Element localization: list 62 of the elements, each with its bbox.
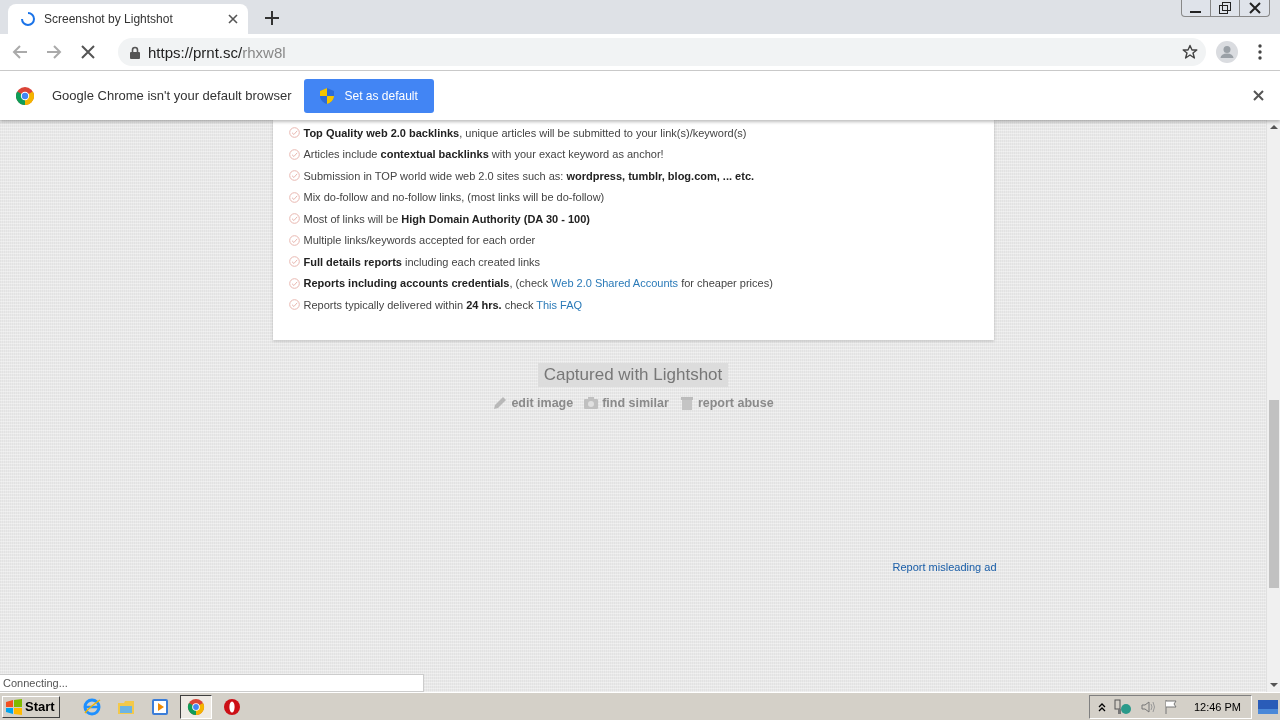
scrollbar[interactable] [1266, 120, 1280, 692]
action-link[interactable]: edit image [492, 394, 574, 411]
check-circle-icon [288, 127, 300, 139]
url-path: rhxw8l [242, 43, 286, 61]
report-ad-link[interactable]: Report misleading ad [892, 560, 997, 573]
loading-spinner-icon [20, 11, 36, 27]
windows-logo-icon [5, 698, 23, 715]
feature-text: Top Quality web 2.0 backlinks, unique articles will be submitted to your link(s)/keyword(s) [303, 126, 747, 139]
close-infobar-button[interactable] [1253, 90, 1264, 101]
check-circle-icon [288, 299, 300, 311]
check-circle-icon [288, 191, 300, 203]
taskbar-app-button[interactable] [179, 694, 212, 719]
browser-e-icon [82, 697, 101, 716]
pencil-icon [492, 394, 509, 411]
check-circle-icon [288, 234, 300, 246]
lock-icon [130, 45, 140, 59]
show-hidden-icons-icon[interactable] [1097, 701, 1106, 712]
feature-text: Articles include contextual backlinks with your exact keyword as anchor! [303, 148, 664, 161]
scrollbar-thumb[interactable] [1268, 400, 1279, 588]
check-circle-icon [288, 277, 300, 289]
media-player-icon [150, 697, 169, 716]
bookmark-star-button[interactable] [1182, 44, 1198, 60]
browser-tab[interactable]: Screenshot by Lightshot [8, 4, 248, 34]
action-link[interactable]: find similar [583, 394, 669, 411]
camera-icon [583, 394, 600, 411]
close-icon[interactable] [1248, 2, 1261, 14]
opera-icon [222, 697, 241, 716]
check-circle-icon [288, 148, 300, 160]
network-icon[interactable] [1113, 698, 1132, 715]
flag-icon[interactable] [1163, 698, 1178, 715]
status-bubble: Connecting... [0, 674, 424, 692]
url-host: https://prnt.sc/ [148, 43, 243, 61]
clock: 12:46 PM [1193, 700, 1241, 713]
text-link[interactable]: Web 2.0 Shared Accounts [551, 277, 679, 290]
set-as-default-button[interactable]: Set as default [304, 78, 434, 113]
show-desktop-icon[interactable] [1258, 698, 1278, 715]
feature-text: Full details reports including each created links [303, 255, 541, 268]
feature-text: Multiple links/keywords accepted for each order [303, 234, 536, 247]
action-link[interactable]: report abuse [678, 394, 774, 411]
trash-icon [678, 394, 695, 411]
start-button[interactable]: Start [2, 695, 60, 718]
captured-with-caption: Captured with Lightshot [537, 362, 729, 387]
infobar-message: Google Chrome isn't your default browser [52, 88, 292, 103]
feature-text: Reports typically delivered within 24 hrs. check This FAQ [303, 298, 583, 311]
menu-icon[interactable] [1258, 44, 1262, 60]
check-circle-icon [288, 213, 300, 225]
address-bar[interactable]: https://prnt.sc/rhxw8l [118, 38, 1206, 66]
feature-text: Submission in TOP world wide web 2.0 sites such as: wordpress, tumblr, blog.com, ... etc. [303, 169, 755, 182]
check-circle-icon [288, 256, 300, 268]
stop-icon[interactable] [81, 45, 95, 59]
check-circle-icon [288, 170, 300, 182]
chrome-logo-icon [16, 86, 34, 105]
feature-text: Mix do-follow and no-follow links, (most links will be do-follow) [303, 191, 605, 204]
feature-text: Most of links will be High Domain Authority (DA 30 - 100) [303, 212, 590, 225]
profile-avatar-button[interactable] [1216, 41, 1238, 63]
chrome-icon [186, 697, 205, 716]
text-link[interactable]: This FAQ [536, 298, 583, 311]
feature-text: Reports including accounts credentials, (check Web 2.0 Shared Accounts for cheaper prices) [303, 277, 773, 290]
restore-icon[interactable] [1219, 2, 1231, 14]
new-tab-button[interactable] [262, 8, 282, 28]
shield-icon [320, 87, 335, 104]
close-tab-button[interactable] [228, 14, 238, 24]
